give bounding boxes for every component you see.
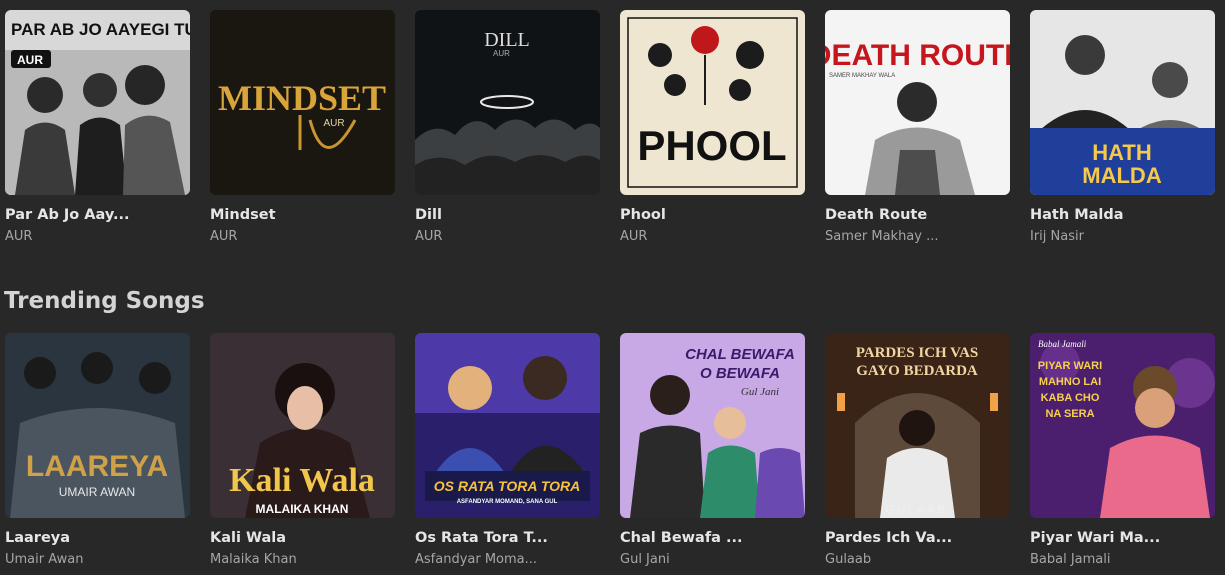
song-card[interactable]: DILL AUR Dill AUR xyxy=(415,10,600,244)
cover-art[interactable]: CHAL BEWAFA O BEWAFA Gul Jani xyxy=(620,333,805,518)
svg-text:AUR: AUR xyxy=(323,118,344,129)
cover-art[interactable]: PAR AB JO AAYEGI TU AUR xyxy=(5,10,190,195)
svg-text:CHAL BEWAFA: CHAL BEWAFA xyxy=(685,346,795,363)
svg-text:MALAIKA KHAN: MALAIKA KHAN xyxy=(256,502,349,516)
song-title[interactable]: Par Ab Jo Aay... xyxy=(5,207,190,223)
song-title[interactable]: Dill xyxy=(415,207,600,223)
cover-art[interactable]: DEATH ROUTE SAMER MAKHAY WALA xyxy=(825,10,1010,195)
cover-art[interactable]: PHOOL xyxy=(620,10,805,195)
svg-text:UMAIR AWAN: UMAIR AWAN xyxy=(59,485,135,499)
svg-text:AUR: AUR xyxy=(493,49,510,58)
song-artist[interactable]: AUR xyxy=(620,229,805,244)
song-artist[interactable]: AUR xyxy=(210,229,395,244)
trending-row: LAAREYA UMAIR AWAN Laareya Umair Awan Ka… xyxy=(5,333,1215,567)
song-card[interactable]: HATH MALDA Hath Malda Irij Nasir xyxy=(1030,10,1215,244)
song-card[interactable]: LAAREYA UMAIR AWAN Laareya Umair Awan xyxy=(5,333,190,567)
song-title[interactable]: Laareya xyxy=(5,530,190,546)
album-row: PAR AB JO AAYEGI TU AUR Par Ab Jo Aay...… xyxy=(5,10,1215,244)
svg-text:O BEWAFA: O BEWAFA xyxy=(700,365,780,382)
song-title[interactable]: Chal Bewafa ... xyxy=(620,530,805,546)
song-title[interactable]: Piyar Wari Ma... xyxy=(1030,530,1215,546)
svg-text:GULAAB: GULAAB xyxy=(886,504,949,516)
song-title[interactable]: Pardes Ich Va... xyxy=(825,530,1010,546)
song-artist[interactable]: AUR xyxy=(415,229,600,244)
song-card[interactable]: PHOOL Phool AUR xyxy=(620,10,805,244)
song-title[interactable]: Kali Wala xyxy=(210,530,395,546)
svg-text:AUR: AUR xyxy=(17,53,43,67)
song-card[interactable]: PAR AB JO AAYEGI TU AUR Par Ab Jo Aay...… xyxy=(5,10,190,244)
song-title[interactable]: Hath Malda xyxy=(1030,207,1215,223)
svg-text:PHOOL: PHOOL xyxy=(637,122,786,169)
cover-art[interactable]: DILL AUR xyxy=(415,10,600,195)
song-card[interactable]: DEATH ROUTE SAMER MAKHAY WALA Death Rout… xyxy=(825,10,1010,244)
song-title[interactable]: Death Route xyxy=(825,207,1010,223)
svg-text:SAMER MAKHAY WALA: SAMER MAKHAY WALA xyxy=(829,73,895,79)
song-artist[interactable]: Babal Jamali xyxy=(1030,552,1215,567)
song-artist[interactable]: AUR xyxy=(5,229,190,244)
song-artist[interactable]: Gulaab xyxy=(825,552,1010,567)
cover-art[interactable]: HATH MALDA xyxy=(1030,10,1215,195)
svg-text:HATH: HATH xyxy=(1092,140,1151,165)
svg-text:Gul Jani: Gul Jani xyxy=(741,386,779,398)
svg-text:ASFANDYAR MOMAND, SANA GUL: ASFANDYAR MOMAND, SANA GUL xyxy=(457,499,558,505)
song-card[interactable]: PARDES ICH VAS GAYO BEDARDA GULAAB Parde… xyxy=(825,333,1010,567)
song-card[interactable]: Babal Jamali PIYAR WARI MAHNO LAI KABA C… xyxy=(1030,333,1215,567)
svg-text:KABA CHO: KABA CHO xyxy=(1041,392,1100,404)
song-artist[interactable]: Malaika Khan xyxy=(210,552,395,567)
song-artist[interactable]: Samer Makhay ... xyxy=(825,229,1010,244)
song-card[interactable]: OS RATA TORA TORA ASFANDYAR MOMAND, SANA… xyxy=(415,333,600,567)
song-title[interactable]: Os Rata Tora T... xyxy=(415,530,600,546)
cover-art[interactable]: OS RATA TORA TORA ASFANDYAR MOMAND, SANA… xyxy=(415,333,600,518)
cover-art[interactable]: Kali Wala MALAIKA KHAN xyxy=(210,333,395,518)
song-artist[interactable]: Irij Nasir xyxy=(1030,229,1215,244)
svg-text:LAAREYA: LAAREYA xyxy=(26,450,168,483)
svg-text:Babal Jamali: Babal Jamali xyxy=(1038,339,1087,349)
song-card[interactable]: CHAL BEWAFA O BEWAFA Gul Jani Chal Bewaf… xyxy=(620,333,805,567)
section-title: Trending Songs xyxy=(4,288,205,314)
cover-art[interactable]: MINDSET AUR xyxy=(210,10,395,195)
svg-text:GAYO BEDARDA: GAYO BEDARDA xyxy=(856,363,978,379)
svg-text:MINDSET: MINDSET xyxy=(218,78,386,118)
svg-text:NA SERA: NA SERA xyxy=(1045,408,1094,420)
svg-text:PARDES ICH VAS: PARDES ICH VAS xyxy=(856,345,979,361)
song-artist[interactable]: Umair Awan xyxy=(5,552,190,567)
svg-text:MALDA: MALDA xyxy=(1082,163,1162,188)
svg-text:PIYAR WARI: PIYAR WARI xyxy=(1038,360,1102,372)
song-card[interactable]: MINDSET AUR Mindset AUR xyxy=(210,10,395,244)
svg-text:DEATH ROUTE: DEATH ROUTE xyxy=(825,39,1010,72)
svg-text:OS RATA TORA TORA: OS RATA TORA TORA xyxy=(434,478,580,494)
song-artist[interactable]: Asfandyar Moma... xyxy=(415,552,600,567)
song-title[interactable]: Phool xyxy=(620,207,805,223)
cover-art[interactable]: Babal Jamali PIYAR WARI MAHNO LAI KABA C… xyxy=(1030,333,1215,518)
svg-text:Kali Wala: Kali Wala xyxy=(229,462,375,499)
svg-text:DILL: DILL xyxy=(484,29,530,51)
song-title[interactable]: Mindset xyxy=(210,207,395,223)
svg-text:MAHNO LAI: MAHNO LAI xyxy=(1039,376,1101,388)
song-artist[interactable]: Gul Jani xyxy=(620,552,805,567)
cover-art[interactable]: PARDES ICH VAS GAYO BEDARDA GULAAB xyxy=(825,333,1010,518)
svg-text:PAR AB JO AAYEGI TU: PAR AB JO AAYEGI TU xyxy=(11,20,190,39)
song-card[interactable]: Kali Wala MALAIKA KHAN Kali Wala Malaika… xyxy=(210,333,395,567)
cover-art[interactable]: LAAREYA UMAIR AWAN xyxy=(5,333,190,518)
